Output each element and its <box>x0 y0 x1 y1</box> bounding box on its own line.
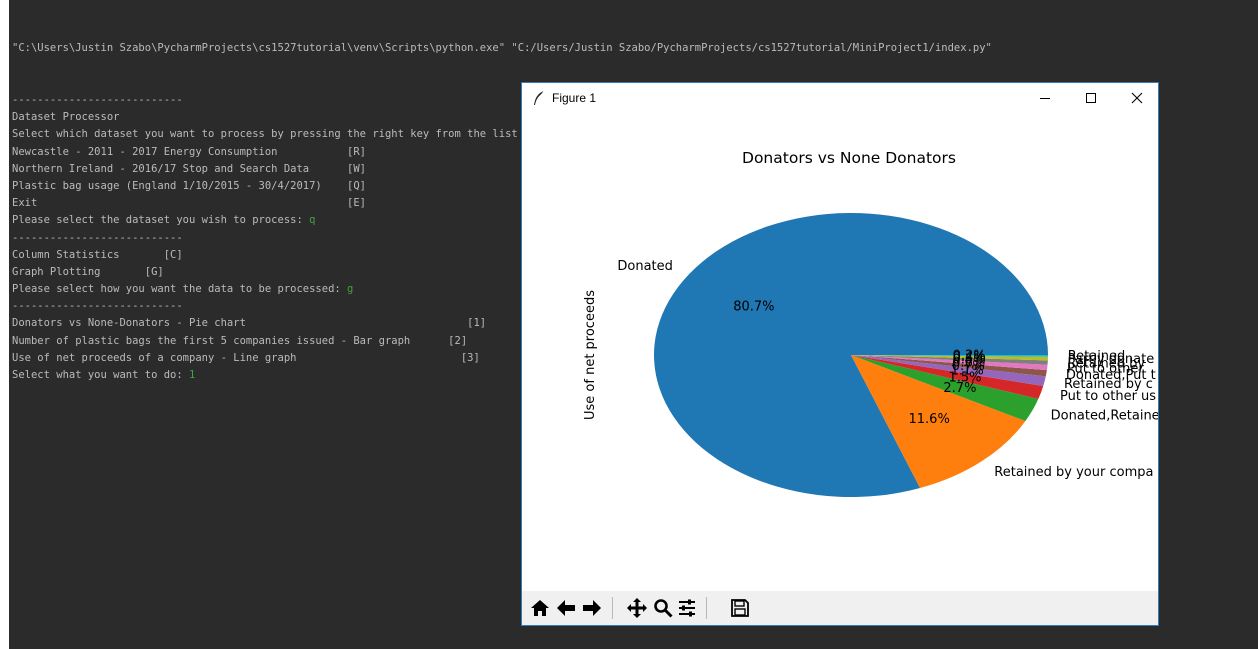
console-line-text: Select what you want to do: <box>12 369 190 381</box>
pie-slices <box>654 213 1048 498</box>
console-line-text: Northern Ireland - 2016/17 Stop and Sear… <box>12 162 367 175</box>
subplots-icon <box>679 599 695 617</box>
forward-button[interactable] <box>581 597 603 619</box>
back-button[interactable] <box>555 597 577 619</box>
chart-title: Donators vs None Donators <box>742 149 956 167</box>
console-line-text: Dataset Processor <box>12 111 120 124</box>
close-button[interactable] <box>1114 83 1158 113</box>
console-line-text: Select which dataset you want to process… <box>12 128 556 141</box>
console-line-text: Number of plastic bags the first 5 compa… <box>12 334 468 347</box>
console-line-text: Newcastle - 2011 - 2017 Energy Consumpti… <box>12 145 367 158</box>
pie-chart: Donators vs None Donators Use of net pro… <box>583 149 1158 498</box>
console-line-text: Column Statistics [C] <box>12 248 183 261</box>
forward-arrow-icon <box>583 600 601 616</box>
figure-window[interactable]: Figure 1 Donators vs None Donators Use o… <box>521 82 1159 626</box>
maximize-icon <box>1086 93 1096 103</box>
console-user-input: q <box>309 214 316 227</box>
feather-icon <box>534 90 545 105</box>
maximize-button[interactable] <box>1068 83 1114 113</box>
pan-button[interactable] <box>626 597 648 619</box>
console-line-text: Please select how you want the data to b… <box>12 283 348 296</box>
console-line-text: Donators vs None-Donators - Pie chart [1… <box>12 317 487 330</box>
pie-slice-label: Donated,Retaine <box>1051 409 1158 424</box>
zoom-icon <box>654 599 673 618</box>
pie-percent-label: 80.7% <box>733 299 774 314</box>
window-titlebar[interactable]: Figure 1 <box>522 83 1158 113</box>
zoom-button[interactable] <box>652 597 674 619</box>
pie-slice-label: Retained by your compa <box>994 465 1153 480</box>
figure-canvas[interactable]: Donators vs None Donators Use of net pro… <box>522 113 1158 591</box>
window-title: Figure 1 <box>552 91 597 105</box>
pie-slice-label: Retained <box>1068 349 1126 364</box>
toolbar-separator <box>612 597 613 619</box>
navigation-toolbar <box>522 591 1158 625</box>
console-line-text: Exit [E] <box>12 197 367 210</box>
pie-percent-label: 11.6% <box>909 412 950 427</box>
pie-slice-label: Donated <box>617 259 673 274</box>
home-icon <box>531 600 549 616</box>
chart-ylabel: Use of net proceeds <box>583 290 598 420</box>
console-user-input: 1 <box>189 369 196 381</box>
console-line-text: Please select the dataset you wish to pr… <box>12 214 310 227</box>
console-line-text: Graph Plotting [G] <box>12 265 164 278</box>
save-icon <box>731 599 749 617</box>
pie-percent-label: 0.2% <box>953 349 986 364</box>
back-arrow-icon <box>557 600 575 616</box>
command-script: "C:/Users/Justin Szabo/PycharmProjects/c… <box>511 42 992 55</box>
console-line-text: Use of net proceeds of a company - Line … <box>12 351 480 364</box>
save-button[interactable] <box>729 597 751 619</box>
console-line-text: --------------------------- <box>12 231 183 244</box>
console-command-line: "C:\Users\Justin Szabo\PycharmProjects\c… <box>12 40 992 57</box>
close-icon <box>1131 92 1143 104</box>
home-button[interactable] <box>529 597 551 619</box>
toolbar-separator <box>706 597 707 619</box>
minimize-button[interactable] <box>1022 83 1068 113</box>
command-exe: "C:\Users\Justin Szabo\PycharmProjects\c… <box>12 42 506 55</box>
minimize-icon <box>1040 98 1050 99</box>
console-user-input: g <box>347 283 354 296</box>
console-line-text: Plastic bag usage (England 1/10/2015 - 3… <box>12 179 367 192</box>
console-line-text: --------------------------- <box>12 300 183 313</box>
configure-subplots-button[interactable] <box>676 597 698 619</box>
pan-icon <box>627 598 647 618</box>
console-line-text: --------------------------- <box>12 94 183 106</box>
